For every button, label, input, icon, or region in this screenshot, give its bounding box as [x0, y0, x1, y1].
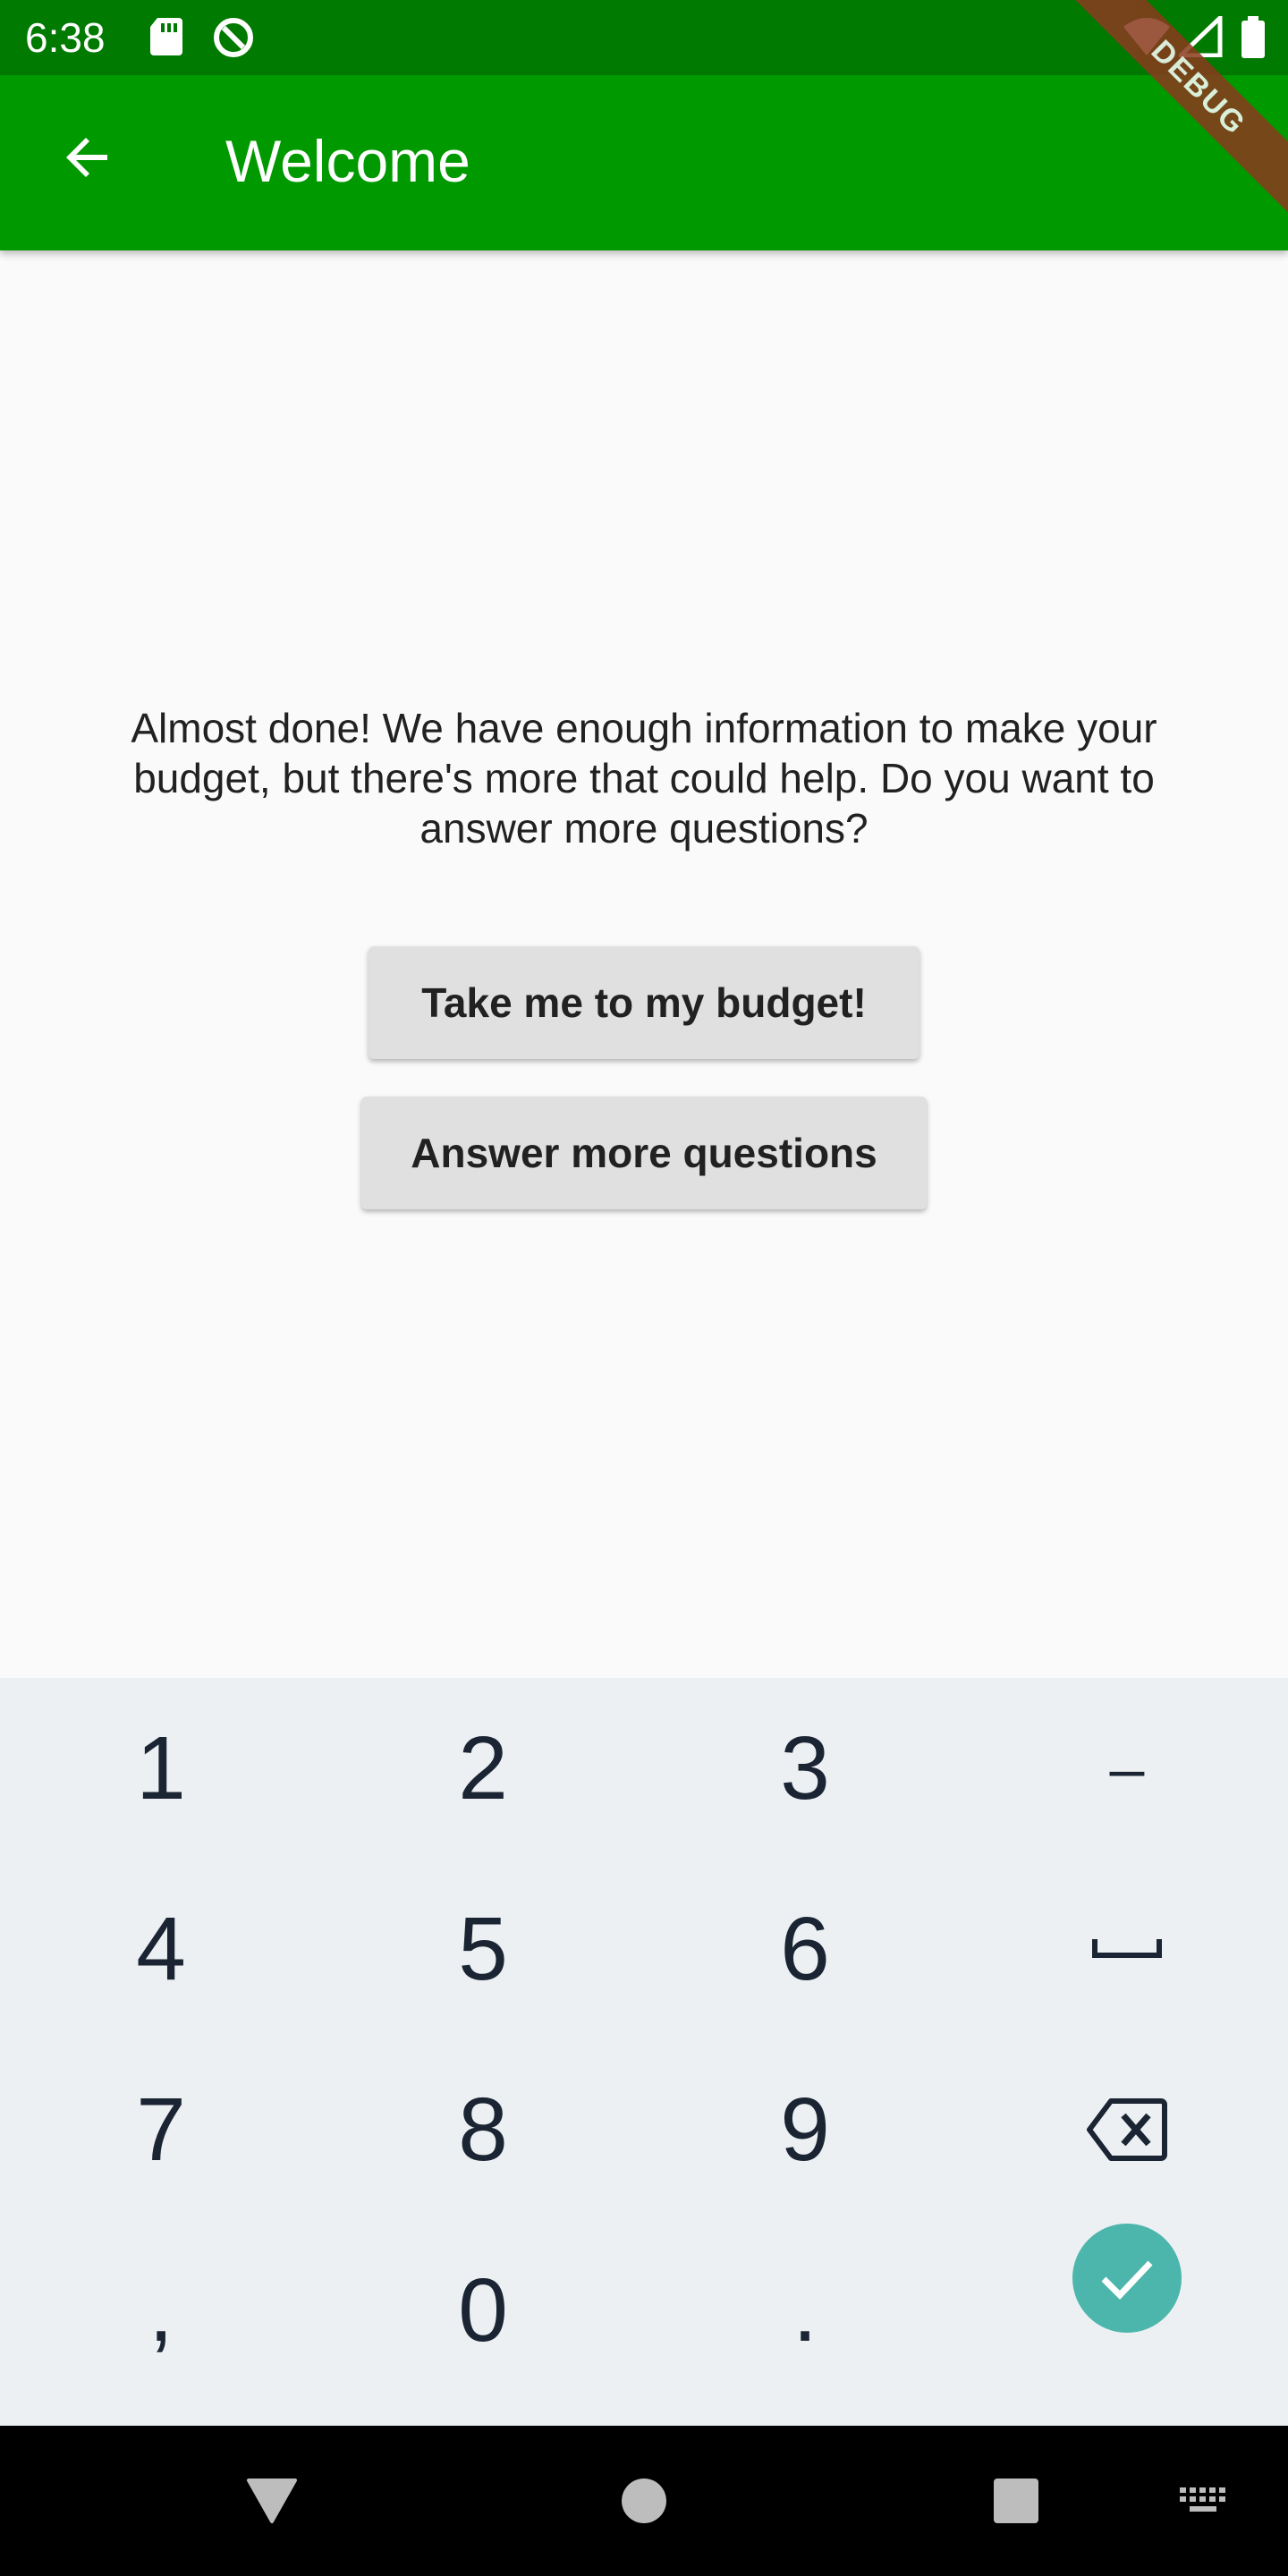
key-label: 8 [458, 2079, 508, 2180]
key-6[interactable]: 6 [644, 1859, 966, 2039]
key-label: 0 [458, 2259, 508, 2360]
key-label: . [792, 2259, 818, 2360]
key-dash[interactable]: – [966, 1678, 1288, 1859]
recents-square-icon [994, 2479, 1038, 2523]
enter-button-circle [1072, 2224, 1182, 2333]
key-label: 3 [780, 1717, 830, 1818]
key-label: 2 [458, 1717, 508, 1818]
key-label: 1 [136, 1717, 186, 1818]
nav-recents-button[interactable] [980, 2465, 1052, 2537]
key-2[interactable]: 2 [322, 1678, 644, 1859]
key-5[interactable]: 5 [322, 1859, 644, 2039]
back-button[interactable] [41, 111, 134, 204]
take-me-to-budget-button[interactable]: Take me to my budget! [369, 946, 919, 1059]
back-triangle-icon [247, 2479, 297, 2523]
key-period[interactable]: . [644, 2220, 966, 2401]
key-7[interactable]: 7 [0, 2039, 322, 2220]
key-9[interactable]: 9 [644, 2039, 966, 2220]
nav-keyboard-switch-button[interactable] [1168, 2465, 1240, 2537]
key-label: , [148, 2259, 174, 2360]
key-label: 5 [458, 1898, 508, 1999]
sync-icon [211, 16, 256, 64]
app-bar: Welcome [0, 75, 1288, 250]
check-icon [1101, 2260, 1153, 2301]
prompt-message: Almost done! We have enough information … [131, 705, 1157, 852]
system-nav-bar [0, 2426, 1288, 2576]
page-title: Welcome [225, 128, 470, 194]
screen: 6:38 Welcome DEBUG Almost done! We have … [0, 0, 1288, 2576]
key-4[interactable]: 4 [0, 1859, 322, 2039]
main-content: Almost done! We have enough information … [0, 250, 1288, 1678]
key-0[interactable]: 0 [322, 2220, 644, 2401]
key-comma[interactable]: , [0, 2220, 322, 2401]
key-enter[interactable] [966, 2188, 1288, 2368]
keyboard-switch-icon [1180, 2487, 1225, 2512]
key-1[interactable]: 1 [0, 1678, 322, 1859]
sd-card-icon [148, 16, 184, 62]
battery-icon [1240, 16, 1267, 64]
key-label: – [1109, 1733, 1145, 1803]
answer-more-questions-button[interactable]: Answer more questions [361, 1097, 927, 1209]
key-label: 7 [136, 2079, 186, 2180]
home-circle-icon [622, 2479, 666, 2523]
key-8[interactable]: 8 [322, 2039, 644, 2220]
backspace-icon [1087, 2098, 1167, 2161]
key-label: 6 [780, 1898, 830, 1999]
nav-home-button[interactable] [608, 2465, 680, 2537]
status-time: 6:38 [25, 14, 106, 61]
key-label: 4 [136, 1898, 186, 1999]
numeric-keyboard: 1 2 3 – 4 5 6 7 8 9 , 0 . [0, 1678, 1288, 2426]
arrow-back-icon [66, 138, 107, 177]
key-label: 9 [780, 2079, 830, 2180]
nav-back-button[interactable] [236, 2465, 308, 2537]
key-3[interactable]: 3 [644, 1678, 966, 1859]
key-space[interactable] [966, 1859, 1288, 2039]
space-icon [1092, 1939, 1162, 1958]
